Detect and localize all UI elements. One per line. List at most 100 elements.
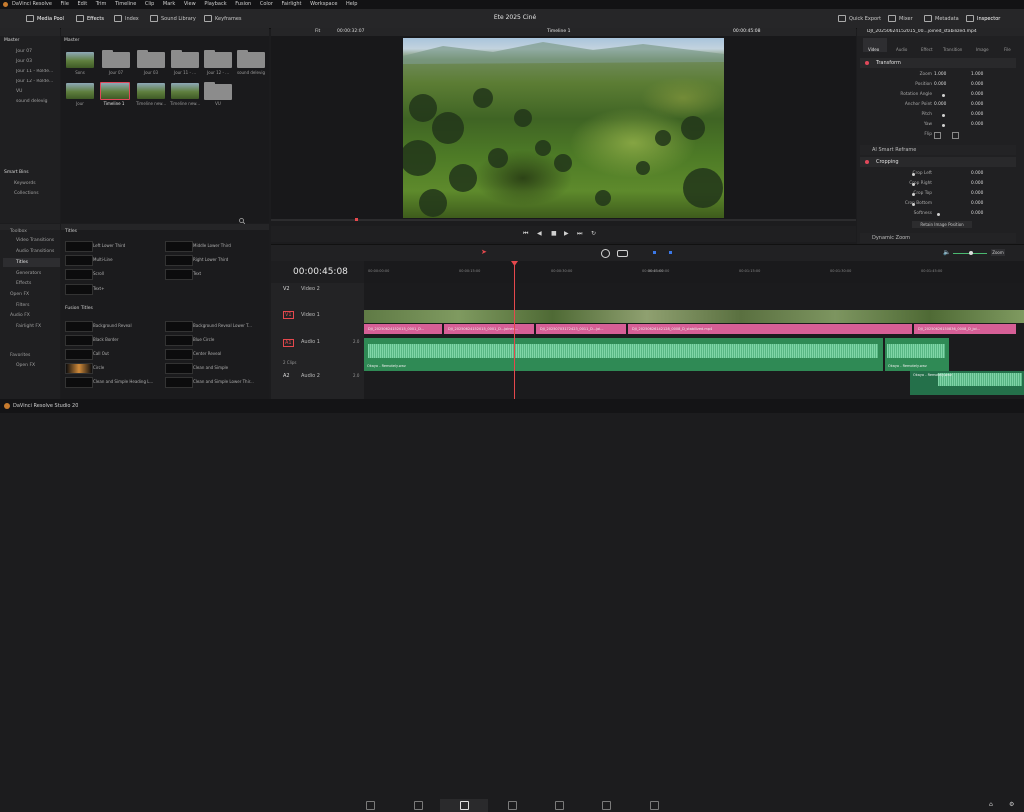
video-clip[interactable]: DJI_20250626142128_0008_D_stabilized.mp4 xyxy=(628,324,912,334)
crop-bottom-value[interactable]: 0.000 xyxy=(971,200,983,208)
track-name[interactable]: Video 2 xyxy=(301,286,320,292)
zoom-y[interactable]: 1.000 xyxy=(971,71,983,79)
menu-playback[interactable]: Playback xyxy=(204,0,226,9)
skip-forward-icon[interactable]: ⏭ xyxy=(577,231,583,237)
folder-icon[interactable] xyxy=(204,82,232,100)
menu-help[interactable]: Help xyxy=(346,0,357,9)
pitch-value[interactable]: 0.000 xyxy=(971,111,983,119)
index-button[interactable]: Index xyxy=(114,14,139,24)
playhead[interactable] xyxy=(514,261,515,399)
timeline-thumb[interactable] xyxy=(137,83,165,99)
fairlight-page-icon[interactable] xyxy=(602,801,611,810)
bin-item[interactable]: VU xyxy=(16,89,22,94)
audio-clip[interactable]: Okayo - Remotely.wav xyxy=(364,338,883,371)
media-thumb[interactable] xyxy=(66,83,94,99)
home-icon[interactable]: ⌂ xyxy=(989,802,995,808)
folder-icon[interactable] xyxy=(137,50,165,68)
dynamic-zoom-section[interactable]: Dynamic Zoom xyxy=(860,233,1016,243)
fusion-title-item[interactable]: Background Reveal xyxy=(93,323,132,328)
inspector-button[interactable]: Inspector xyxy=(966,14,1000,24)
media-page-icon[interactable] xyxy=(366,801,375,810)
track-id[interactable]: V1 xyxy=(283,311,294,319)
crop-top-value[interactable]: 0.000 xyxy=(971,190,983,198)
pitch-slider[interactable] xyxy=(942,114,945,117)
title-item[interactable]: Scroll xyxy=(93,271,104,276)
tab-image[interactable]: Image xyxy=(976,47,989,52)
search-icon[interactable] xyxy=(239,218,246,225)
yaw-slider[interactable] xyxy=(942,124,945,127)
media-thumb[interactable] xyxy=(66,52,94,68)
track-name[interactable]: Audio 1 xyxy=(301,339,320,345)
cut-page-icon[interactable] xyxy=(414,801,423,810)
scrubber-handle[interactable] xyxy=(355,218,358,221)
enable-dot-icon[interactable] xyxy=(865,160,869,164)
flip-vertical-icon[interactable] xyxy=(952,132,959,139)
rotation-slider[interactable] xyxy=(942,94,945,97)
title-item[interactable]: Text xyxy=(193,271,201,276)
smart-bin-collections[interactable]: Collections xyxy=(14,191,39,196)
track-id[interactable]: A2 xyxy=(283,373,290,379)
edit-page-icon[interactable] xyxy=(460,801,469,810)
timeline-thumb[interactable] xyxy=(171,83,199,99)
fusion-title-item[interactable]: Clean and Simple xyxy=(193,365,228,370)
softness-value[interactable]: 0.000 xyxy=(971,210,983,218)
folder-icon[interactable] xyxy=(171,50,199,68)
reverse-icon[interactable]: ◀ xyxy=(537,231,543,237)
bin-item[interactable]: Jour 11 - Rolde... xyxy=(16,69,58,74)
enable-dot-icon[interactable] xyxy=(865,61,869,65)
menu-workspace[interactable]: Workspace xyxy=(310,0,337,9)
tree-filters[interactable]: Filters xyxy=(16,303,30,308)
track-name[interactable]: Video 1 xyxy=(301,312,320,318)
tab-video[interactable]: Video xyxy=(868,47,879,52)
mixer-button[interactable]: Mixer xyxy=(888,14,913,24)
menu-trim[interactable]: Trim xyxy=(96,0,107,9)
title-item[interactable]: Left Lower Third xyxy=(93,243,125,248)
crop-right-slider[interactable] xyxy=(912,183,915,186)
scrubber[interactable] xyxy=(271,218,856,221)
tab-audio[interactable]: Audio xyxy=(896,47,907,52)
yaw-value[interactable]: 0.000 xyxy=(971,121,983,129)
crop-left-value[interactable]: 0.000 xyxy=(971,170,983,178)
zoom-button[interactable]: Zoom xyxy=(991,249,1005,256)
video-clip[interactable]: DJI_20250703172423_0011_D...joi... xyxy=(536,324,626,334)
track-id[interactable]: A1 xyxy=(283,339,294,347)
menu-fusion[interactable]: Fusion xyxy=(235,0,251,9)
fusion-title-item[interactable]: Center Reveal xyxy=(193,351,221,356)
viewer-zoom[interactable]: Fit xyxy=(315,29,320,34)
anchor-x[interactable]: 0.000 xyxy=(934,101,946,109)
fusion-title-item[interactable]: Background Reveal Lower T... xyxy=(193,323,252,328)
fusion-page-icon[interactable] xyxy=(508,801,517,810)
snapping-icon[interactable] xyxy=(601,249,610,258)
retain-image-position-button[interactable]: Retain Image Position xyxy=(912,221,972,228)
bin-item[interactable]: Jour 03 xyxy=(16,59,32,64)
menu-mark[interactable]: Mark xyxy=(163,0,175,9)
menu-timeline[interactable]: Timeline xyxy=(115,0,136,9)
timeline-thumb[interactable] xyxy=(100,82,130,100)
crop-right-value[interactable]: 0.000 xyxy=(971,180,983,188)
anchor-y[interactable]: 0.000 xyxy=(971,101,983,109)
position-y[interactable]: 0.000 xyxy=(971,81,983,89)
tree-generators[interactable]: Generators xyxy=(16,271,41,276)
tab-effect[interactable]: Effect xyxy=(921,47,933,52)
flag-color-icon[interactable] xyxy=(653,251,656,254)
fusion-title-item[interactable]: Circle xyxy=(93,365,104,370)
audio-clip[interactable]: Okayo - Remotely.wav xyxy=(910,371,1024,395)
tab-transition[interactable]: Transition xyxy=(943,47,962,52)
bin-item[interactable]: Jour 07 xyxy=(16,49,32,54)
smart-reframe-section[interactable]: AI Smart Reframe xyxy=(860,145,1016,155)
deliver-page-icon[interactable] xyxy=(650,801,659,810)
fusion-title-item[interactable]: Clean and Simple Lower Thir... xyxy=(193,379,254,384)
tree-toolbox[interactable]: Toolbox xyxy=(10,229,27,234)
menu-view[interactable]: View xyxy=(184,0,196,9)
folder-icon[interactable] xyxy=(204,50,232,68)
menu-color[interactable]: Color xyxy=(260,0,273,9)
fusion-title-item[interactable]: Clean and Simple Heading L... xyxy=(93,379,153,384)
zoom-x[interactable]: 1.000 xyxy=(934,71,946,79)
position-x[interactable]: 0.000 xyxy=(934,81,946,89)
video-clip[interactable]: DJI_20250626150836_0008_D_joi... xyxy=(914,324,1016,334)
tree-open-fx[interactable]: Open FX xyxy=(10,292,29,297)
color-page-icon[interactable] xyxy=(555,801,564,810)
cropping-section[interactable]: Cropping xyxy=(860,157,1016,167)
title-item[interactable]: Middle Lower Third xyxy=(193,243,231,248)
fusion-title-item[interactable]: Blue Circle xyxy=(193,337,214,342)
